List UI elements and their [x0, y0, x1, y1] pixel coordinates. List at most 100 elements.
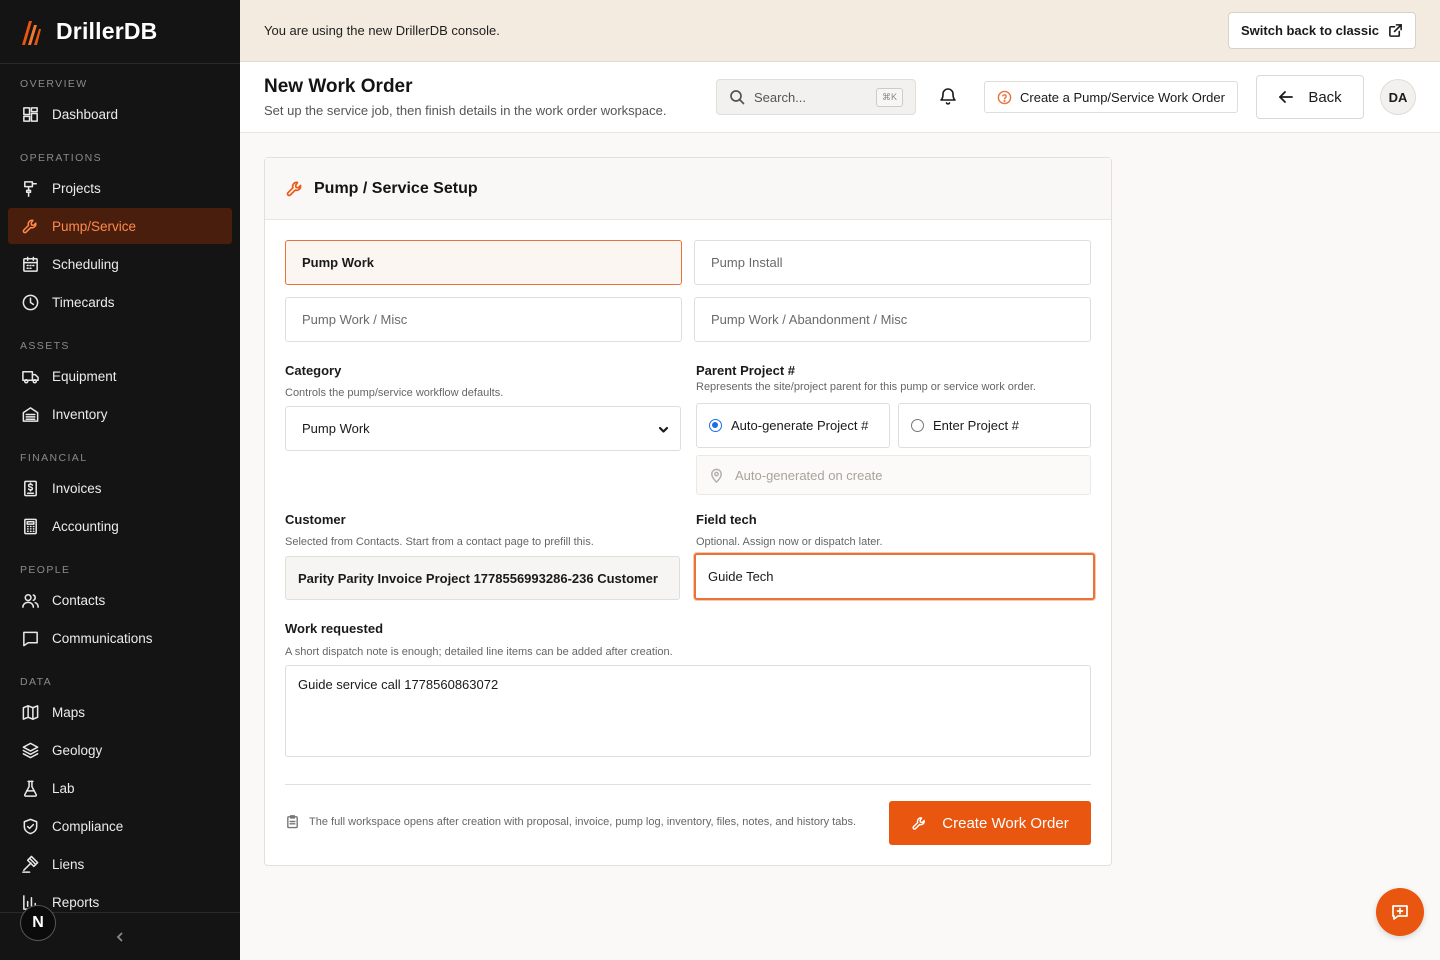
- shield-icon: [20, 816, 40, 836]
- workspace-note-text: The full workspace opens after creation …: [309, 815, 857, 828]
- clipboard-icon: [287, 815, 298, 829]
- bell-icon: [940, 88, 956, 105]
- sidebar-item-equipment[interactable]: Equipment: [8, 358, 232, 394]
- sidebar-item-label: Compliance: [52, 818, 124, 834]
- sidebar-item-geology[interactable]: Geology: [8, 732, 232, 768]
- layers-icon: [20, 740, 40, 760]
- sidebar-item-label: Accounting: [52, 518, 119, 534]
- customer-label: Customer: [285, 512, 346, 527]
- sidebar-item-label: Liens: [52, 856, 85, 872]
- sidebar-item-dashboard[interactable]: Dashboard: [8, 96, 232, 132]
- map-pin-icon: [711, 468, 722, 483]
- auto-generate-radio[interactable]: [709, 419, 722, 432]
- enter-project-radio[interactable]: [911, 419, 924, 432]
- enter-project-option[interactable]: Enter Project #: [898, 403, 1091, 448]
- nav-section-operations: OPERATIONS: [20, 152, 103, 164]
- type-option-pump-work-abandonment-misc[interactable]: Pump Work / Abandonment / Misc: [694, 297, 1091, 342]
- brand-name: DrillerDB: [56, 18, 158, 44]
- enter-project-label: Enter Project #: [933, 418, 1019, 433]
- gavel-icon: [20, 854, 40, 874]
- feedback-fab[interactable]: [1376, 888, 1424, 936]
- external-link-icon: [1389, 24, 1402, 37]
- workspace-avatar[interactable]: N: [20, 905, 56, 941]
- form-divider: [285, 784, 1091, 785]
- wrench-icon: [912, 816, 926, 830]
- calendar-icon: [20, 254, 40, 274]
- category-select[interactable]: Pump Work: [285, 406, 681, 451]
- category-help: Controls the pump/service workflow defau…: [285, 387, 504, 399]
- switch-to-classic-button[interactable]: Switch back to classic: [1227, 12, 1416, 49]
- brand[interactable]: DrillerDB: [0, 0, 240, 64]
- wrench-icon: [20, 216, 40, 236]
- console-banner: You are using the new DrillerDB console.…: [240, 0, 1440, 62]
- nav-section-overview: OVERVIEW: [20, 78, 88, 90]
- sidebar-item-label: Timecards: [52, 294, 115, 310]
- field-tech-help: Optional. Assign now or dispatch later.: [696, 536, 883, 548]
- sidebar-item-label: Equipment: [52, 368, 117, 384]
- notifications-button[interactable]: [938, 86, 960, 108]
- sidebar-item-maps[interactable]: Maps: [8, 694, 232, 730]
- page-subtitle: Set up the service job, then finish deta…: [264, 103, 667, 118]
- sidebar-item-projects[interactable]: Projects: [8, 170, 232, 206]
- sidebar-item-label: Communications: [52, 630, 153, 646]
- invoice-icon: [20, 478, 40, 498]
- nav-section-assets: ASSETS: [20, 340, 70, 352]
- banner-text: You are using the new DrillerDB console.: [264, 23, 500, 38]
- sidebar-item-communications[interactable]: Communications: [8, 620, 232, 656]
- sidebar-item-scheduling[interactable]: Scheduling: [8, 246, 232, 282]
- type-option-pump-work[interactable]: Pump Work: [285, 240, 682, 285]
- workspace-note: The full workspace opens after creation …: [285, 814, 856, 829]
- sidebar-item-label: Reports: [52, 894, 100, 910]
- arrow-left-icon: [1279, 91, 1294, 103]
- category-label: Category: [285, 363, 342, 378]
- message-plus-icon: [1392, 905, 1408, 920]
- work-requested-help: A short dispatch note is enough; detaile…: [285, 646, 673, 658]
- sidebar-nav: OVERVIEW Dashboard OPERATIONS Projects P…: [0, 64, 240, 920]
- card-title: Pump / Service Setup: [314, 179, 478, 197]
- nav-section-people: PEOPLE: [20, 564, 71, 576]
- sidebar-item-liens[interactable]: Liens: [8, 846, 232, 882]
- chevron-left-icon: [116, 932, 123, 942]
- type-option-pump-install[interactable]: Pump Install: [694, 240, 1091, 285]
- project-number-input: Auto-generated on create: [696, 455, 1091, 495]
- sidebar-item-label: Lab: [52, 780, 75, 796]
- sidebar-item-contacts[interactable]: Contacts: [8, 582, 232, 618]
- truck-icon: [20, 366, 40, 386]
- sidebar-item-pump-service[interactable]: Pump/Service: [8, 208, 232, 244]
- field-tech-input[interactable]: Guide Tech: [694, 553, 1095, 600]
- type-option-pump-work-misc[interactable]: Pump Work / Misc: [285, 297, 682, 342]
- nav-section-financial: FINANCIAL: [20, 452, 88, 464]
- help-circle-icon: [997, 90, 1012, 104]
- sidebar-item-label: Dashboard: [52, 106, 119, 122]
- sidebar-item-invoices[interactable]: Invoices: [8, 470, 232, 506]
- search-input[interactable]: [754, 89, 864, 105]
- back-button[interactable]: Back: [1256, 75, 1364, 119]
- collapse-sidebar-button[interactable]: [112, 929, 128, 945]
- project-number-placeholder: Auto-generated on create: [735, 467, 883, 483]
- sidebar-item-label: Pump/Service: [52, 218, 137, 234]
- create-work-order-button[interactable]: Create Work Order: [889, 801, 1091, 845]
- sidebar-item-inventory[interactable]: Inventory: [8, 396, 232, 432]
- customer-help: Selected from Contacts. Start from a con…: [285, 536, 594, 548]
- calculator-icon: [20, 516, 40, 536]
- work-requested-textarea[interactable]: Guide service call 1778560863072: [285, 665, 1091, 757]
- auto-generate-project-option[interactable]: Auto-generate Project #: [696, 403, 890, 448]
- create-pump-work-order-button[interactable]: Create a Pump/Service Work Order: [984, 81, 1238, 113]
- wrench-icon: [286, 181, 302, 196]
- flask-icon: [20, 778, 40, 798]
- parent-project-help: Represents the site/project parent for t…: [696, 381, 1036, 393]
- sidebar-item-accounting[interactable]: Accounting: [8, 508, 232, 544]
- sidebar-item-label: Projects: [52, 180, 101, 196]
- customer-field[interactable]: Parity Parity Invoice Project 1778556993…: [285, 556, 680, 600]
- create-work-order-label: Create Work Order: [942, 814, 1069, 832]
- sidebar-item-compliance[interactable]: Compliance: [8, 808, 232, 844]
- sidebar-item-lab[interactable]: Lab: [8, 770, 232, 806]
- search-box[interactable]: ⌘K: [716, 79, 916, 115]
- sidebar-item-timecards[interactable]: Timecards: [8, 284, 232, 320]
- switch-to-classic-label: Switch back to classic: [1240, 23, 1379, 38]
- page-title: New Work Order: [264, 76, 413, 97]
- user-avatar[interactable]: DA: [1380, 79, 1416, 115]
- auto-generate-label: Auto-generate Project #: [731, 418, 869, 433]
- search-shortcut: ⌘K: [875, 88, 903, 107]
- work-requested-label: Work requested: [285, 621, 384, 636]
